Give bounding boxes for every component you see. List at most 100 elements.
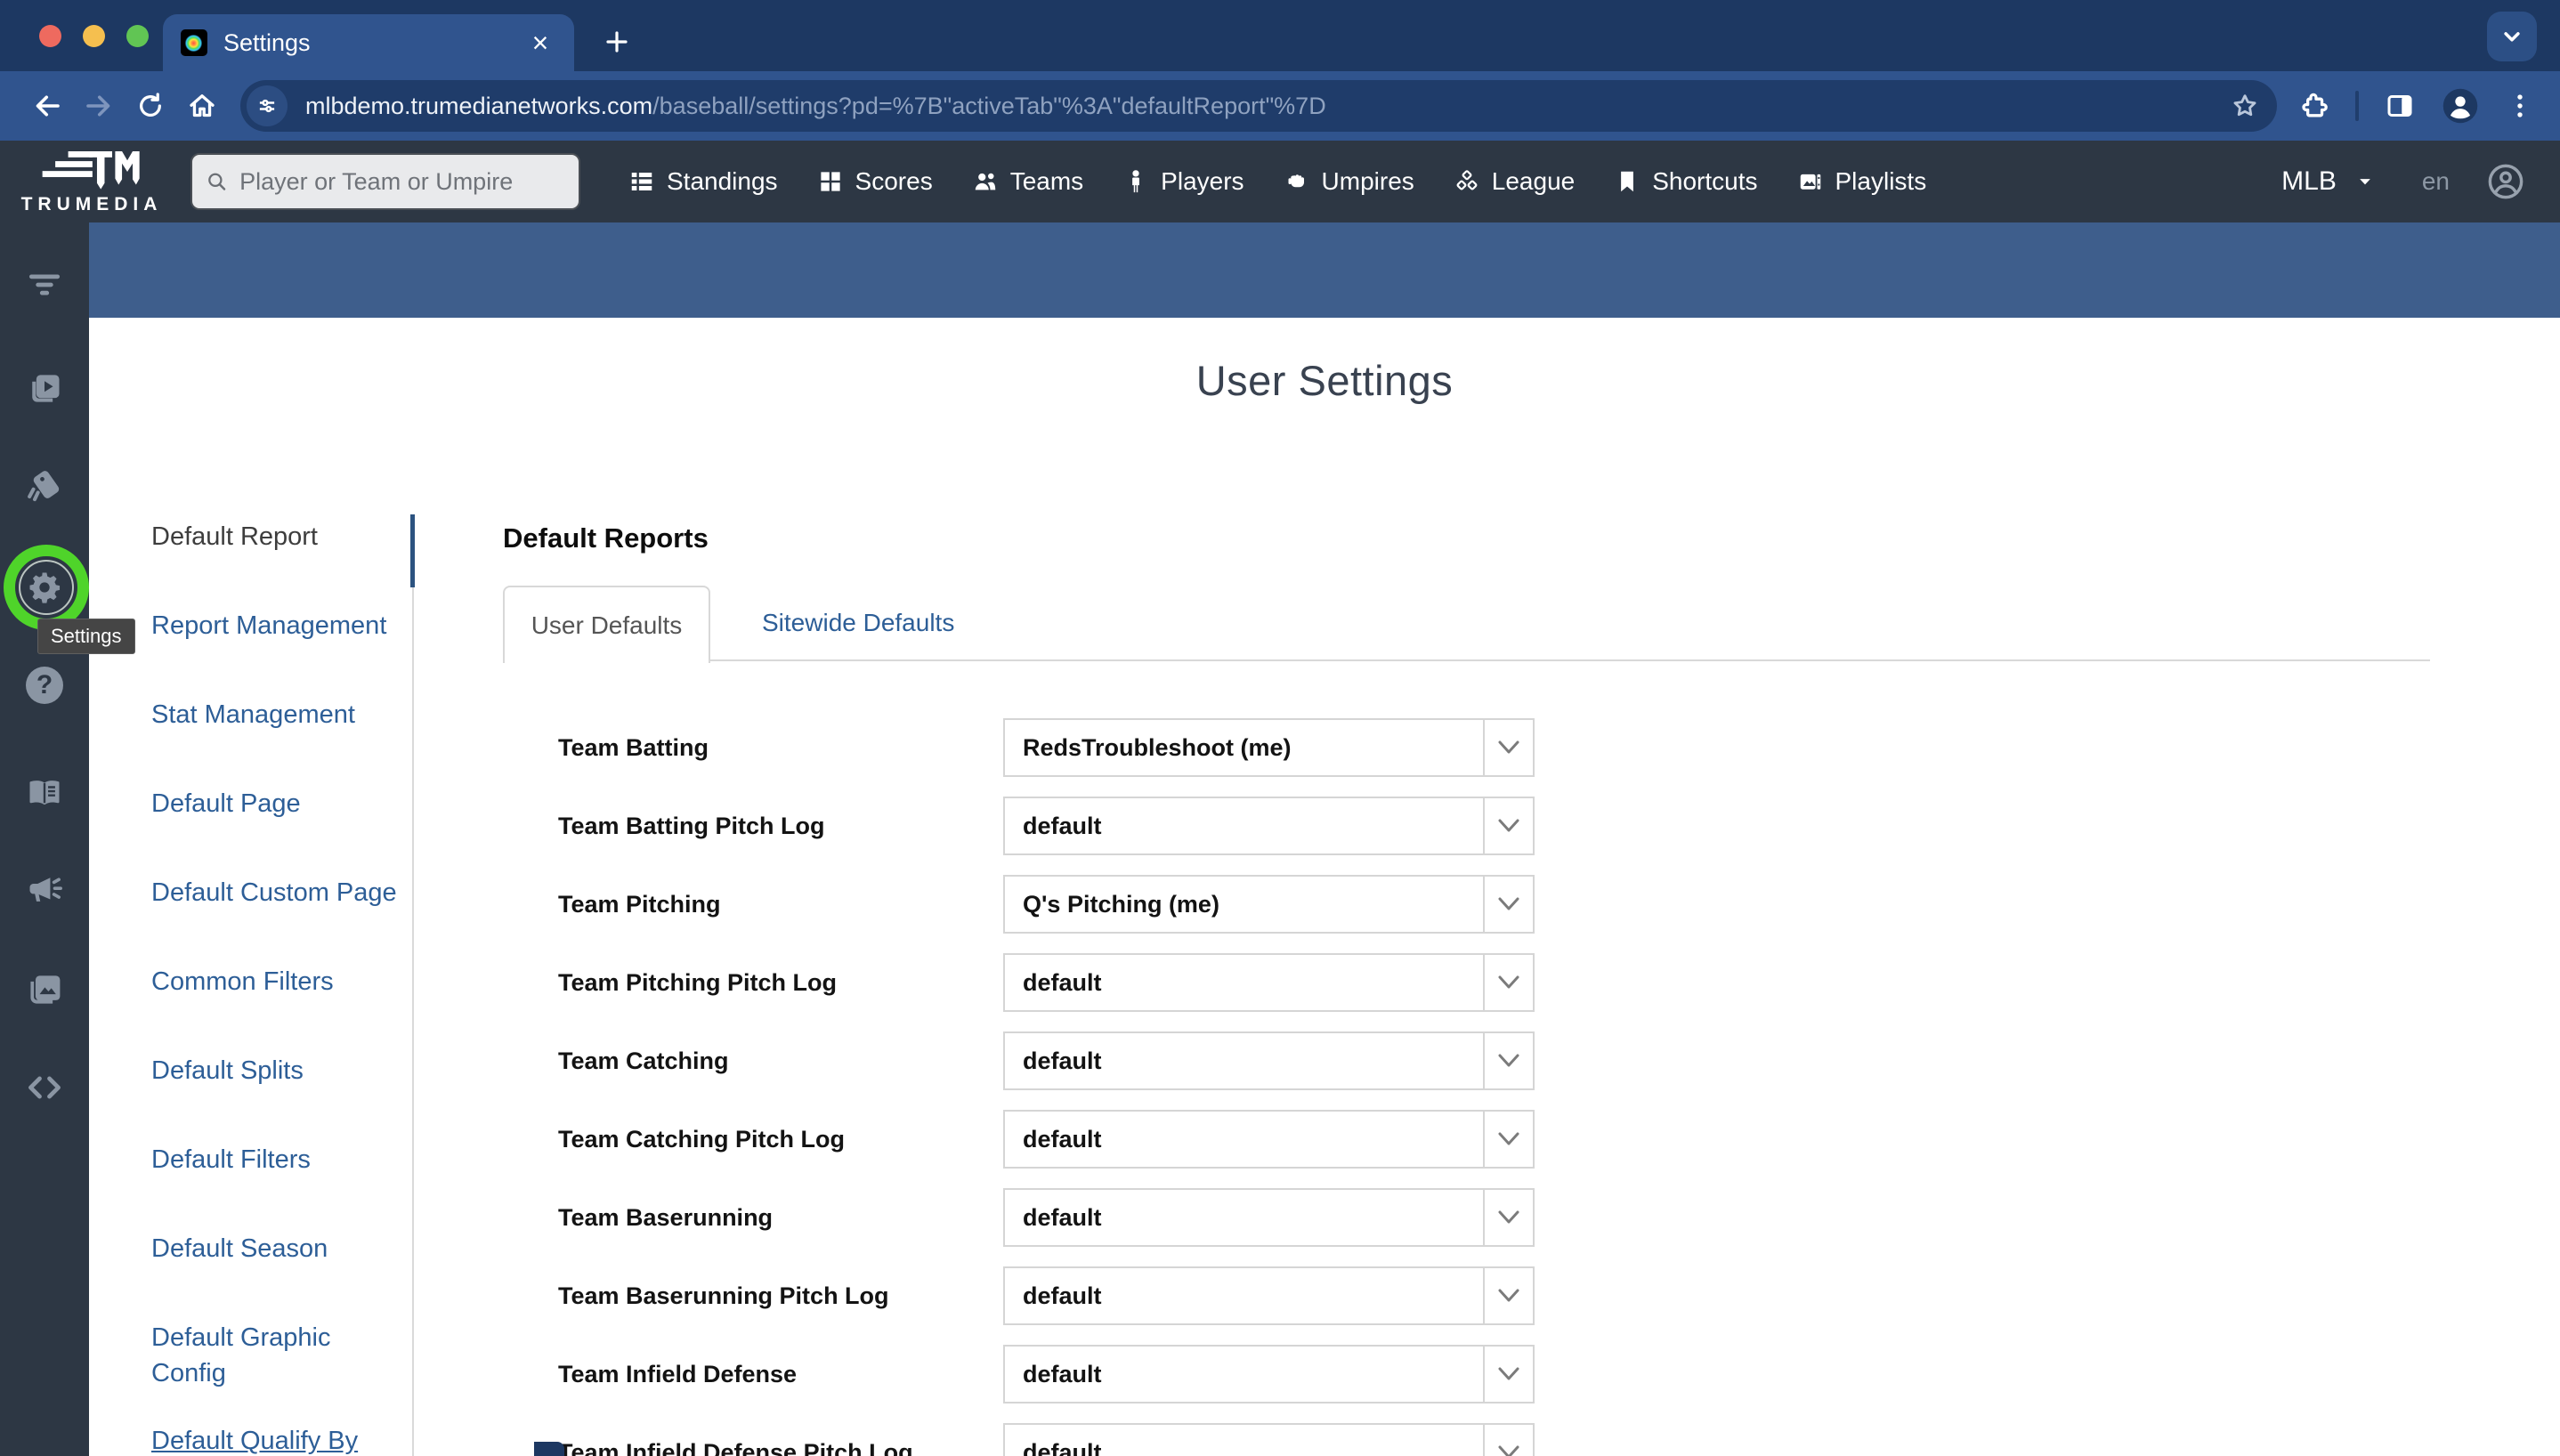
reload-button[interactable] [125,80,176,132]
form-row-team-infield-defense-pitch-log: Team Infield Defense Pitch Log default [558,1423,2430,1456]
chevron-down-icon[interactable] [1483,1033,1533,1088]
nav-item-shortcuts[interactable]: Shortcuts [1614,167,1757,196]
menu-item-default-splits[interactable]: Default Splits [151,1048,412,1137]
new-tab-button[interactable] [595,20,639,64]
menu-link[interactable]: Default Custom Page [151,875,401,910]
field-label: Team Baserunning [558,1204,1003,1232]
bookmark-button[interactable] [2225,86,2264,125]
side-panel-button[interactable] [2384,90,2416,122]
menu-link[interactable]: Default Qualify By [151,1423,401,1456]
window-minimize-button[interactable] [83,25,105,47]
browser-profile-button[interactable] [2441,86,2480,125]
video-library-icon[interactable] [24,368,65,409]
home-button[interactable] [176,80,228,132]
chevron-down-icon[interactable] [1483,798,1533,853]
account-button[interactable] [2485,161,2526,202]
search-input[interactable] [239,168,566,196]
chevron-down-icon[interactable] [1483,1425,1533,1456]
nav-item-playlists[interactable]: Playlists [1797,167,1927,196]
menu-link[interactable]: Default Report [151,519,401,554]
chevron-down-icon[interactable] [1483,955,1533,1010]
league-picker[interactable]: MLB [2281,166,2374,197]
field-label: Team Batting Pitch Log [558,813,1003,840]
chevron-down-icon[interactable] [1483,720,1533,775]
nav-item-umpires[interactable]: Umpires [1284,167,1414,196]
menu-item-default-graphic-config[interactable]: Default Graphic Config [151,1315,412,1404]
team-catching-select[interactable]: default [1003,1031,1535,1090]
nav-item-standings[interactable]: Standings [628,167,778,196]
team-batting-pitch-log-select[interactable]: default [1003,797,1535,855]
menu-item-default-page[interactable]: Default Page [151,781,412,870]
menu-item-report-management[interactable]: Report Management [151,603,412,692]
tab-search-button[interactable] [2487,12,2537,61]
chevron-down-icon[interactable] [1483,1347,1533,1402]
menu-link[interactable]: Default Page [151,786,401,821]
tab-close-icon[interactable]: × [524,27,556,59]
window-zoom-button[interactable] [126,25,149,47]
menu-link[interactable]: Default Splits [151,1053,401,1088]
team-baserunning-select[interactable]: default [1003,1188,1535,1247]
menu-link[interactable]: Default Graphic Config [151,1320,401,1391]
nav-item-league[interactable]: League [1454,167,1575,196]
menu-link[interactable]: Default Season [151,1231,401,1266]
nav-item-scores[interactable]: Scores [817,167,933,196]
back-button[interactable] [21,80,73,132]
team-catching-pitch-log-select[interactable]: default [1003,1110,1535,1169]
tab-sitewide-defaults[interactable]: Sitewide Defaults [726,586,990,659]
glossary-book-icon[interactable] [24,772,65,813]
window-controls[interactable] [39,25,149,47]
menu-item-stat-management[interactable]: Stat Management [151,692,412,781]
filter-icon[interactable] [24,264,65,305]
side-panel-icon [2384,90,2416,122]
language-selector[interactable]: en [2422,167,2450,196]
main-nav: Standings Scores Teams Players Umpires L… [628,167,1926,196]
forward-button[interactable] [73,80,125,132]
tab-user-defaults[interactable]: User Defaults [503,586,710,663]
menu-link[interactable]: Report Management [151,608,401,643]
team-batting-select[interactable]: RedsTroubleshoot (me) [1003,718,1535,777]
chevron-down-icon[interactable] [1483,1190,1533,1245]
nav-item-players[interactable]: Players [1122,167,1244,196]
media-gallery-icon[interactable] [24,969,65,1010]
team-pitching-pitch-log-select[interactable]: default [1003,953,1535,1012]
announcements-megaphone-icon[interactable] [24,870,65,910]
menu-item-default-qualify-by[interactable]: Default Qualify By [151,1419,412,1456]
nav-label: Umpires [1322,167,1414,196]
team-infield-defense-pitch-log-select[interactable]: default [1003,1423,1535,1456]
menu-item-default-season[interactable]: Default Season [151,1226,412,1315]
menu-link[interactable]: Default Filters [151,1142,401,1177]
global-search[interactable] [190,153,580,210]
settings-gear-icon[interactable] [24,567,65,608]
trumedia-logo[interactable]: TRUMEDIA [0,148,183,215]
menu-link[interactable]: Common Filters [151,964,401,999]
chevron-down-icon[interactable] [1483,1268,1533,1323]
active-menu-indicator [410,514,415,587]
url-text[interactable]: mlbdemo.trumedianetworks.com/baseball/se… [305,93,2215,120]
url-domain: mlbdemo.trumedianetworks.com [305,93,652,119]
browser-menu-button[interactable] [2505,91,2535,121]
menu-item-default-custom-page[interactable]: Default Custom Page [151,870,412,959]
menu-link[interactable]: Stat Management [151,697,401,732]
chevron-down-icon[interactable] [1483,1112,1533,1167]
menu-item-default-report[interactable]: Default Report [151,514,412,603]
embed-code-icon[interactable] [24,1067,65,1108]
team-pitching-select[interactable]: Q's Pitching (me) [1003,875,1535,934]
form-row-team-infield-defense: Team Infield Defense default [558,1345,2430,1403]
extensions-button[interactable] [2298,90,2330,122]
window-close-button[interactable] [39,25,61,47]
menu-item-default-filters[interactable]: Default Filters [151,1137,412,1226]
tags-icon[interactable] [24,466,65,507]
chevron-down-icon[interactable] [1483,877,1533,932]
site-settings-button[interactable] [247,85,288,126]
field-label: Team Pitching Pitch Log [558,969,1003,997]
menu-item-common-filters[interactable]: Common Filters [151,959,412,1048]
team-infield-defense-select[interactable]: default [1003,1345,1535,1403]
help-icon[interactable]: ? [24,665,65,706]
nav-item-teams[interactable]: Teams [972,167,1083,196]
team-baserunning-pitch-log-select[interactable]: default [1003,1266,1535,1325]
status-bubble-fragment [534,1442,564,1456]
select-value: Q's Pitching (me) [1005,877,1483,932]
address-bar[interactable]: mlbdemo.trumedianetworks.com/baseball/se… [240,80,2277,132]
umpires-icon [1284,168,1310,195]
browser-tab[interactable]: Settings × [163,14,574,71]
